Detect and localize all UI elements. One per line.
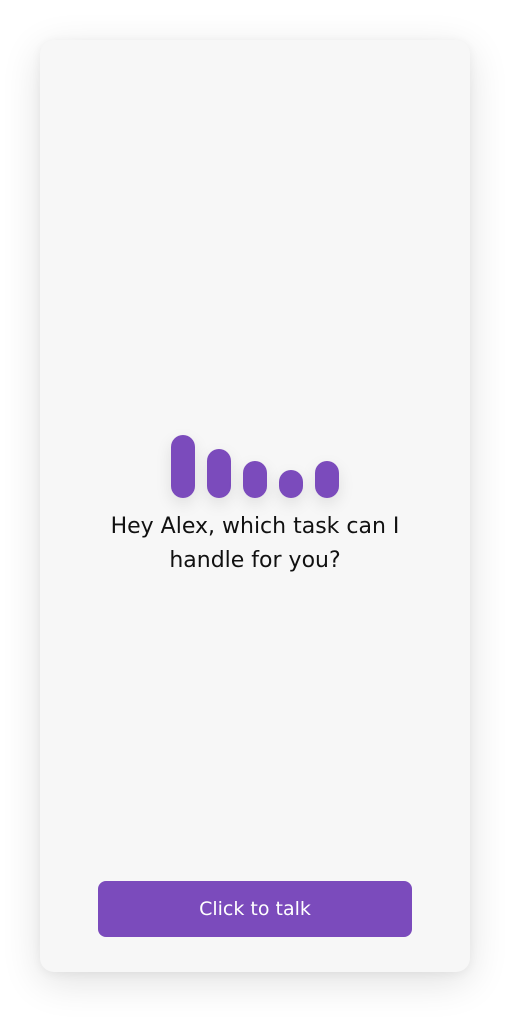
waveform-bar — [315, 461, 339, 498]
audio-waveform-icon — [171, 435, 351, 500]
waveform-bar — [171, 435, 195, 498]
waveform-bar — [243, 461, 267, 498]
assistant-card: Hey Alex, which task can I handle for yo… — [40, 40, 470, 972]
talk-button[interactable]: Click to talk — [98, 881, 412, 937]
waveform-bar — [207, 449, 231, 498]
waveform-bar — [279, 470, 303, 498]
assistant-prompt: Hey Alex, which task can I handle for yo… — [110, 514, 400, 573]
